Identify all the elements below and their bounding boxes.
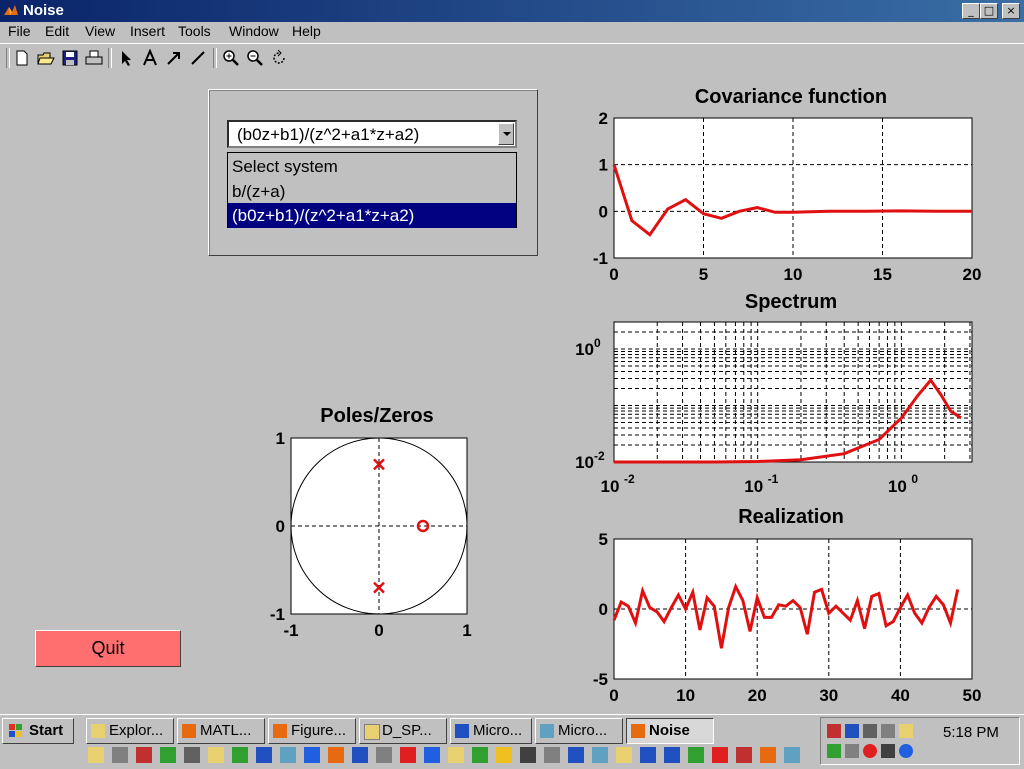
quick-launch-icon[interactable] (400, 747, 416, 763)
quick-launch-icon[interactable] (520, 747, 536, 763)
task-label: MATL... (200, 722, 252, 739)
quick-launch-icon[interactable] (616, 747, 632, 763)
y-tick-label: 1 (276, 429, 285, 448)
clock[interactable]: 5:18 PM (943, 724, 999, 741)
quick-launch-icon[interactable] (640, 747, 656, 763)
quick-launch-icon[interactable] (136, 747, 152, 763)
quick-launch-icon[interactable] (496, 747, 512, 763)
quick-launch-icon[interactable] (664, 747, 680, 763)
taskbar: Start Explor... MATL... Figure... D_SP..… (0, 714, 1024, 769)
pole-zero-title: Poles/Zeros (320, 405, 433, 427)
volume-icon[interactable] (863, 724, 877, 738)
start-label: Start (29, 722, 64, 739)
task-matlab[interactable]: MATL... (177, 718, 265, 744)
tray-icon[interactable] (881, 724, 895, 738)
quick-launch-icon[interactable] (160, 747, 176, 763)
quick-launch-icon[interactable] (184, 747, 200, 763)
tray-icon[interactable] (899, 724, 913, 738)
task-label: Micro... (558, 722, 608, 739)
folder-icon (364, 724, 380, 740)
task-label: D_SP... (382, 722, 432, 739)
windows-logo-icon (9, 724, 22, 737)
y-tick-label: 0 (276, 517, 285, 536)
y-tick-label: -1 (270, 605, 285, 624)
quick-launch-icon[interactable] (328, 747, 344, 763)
quick-launch-icon[interactable] (88, 747, 104, 763)
x-tick-label: 1 (462, 621, 471, 640)
matlab-icon (182, 724, 196, 738)
quick-launch-icon[interactable] (304, 747, 320, 763)
quick-launch-icon[interactable] (784, 747, 800, 763)
explorer-icon (91, 724, 105, 738)
word-icon (455, 724, 469, 738)
quick-launch-icon[interactable] (208, 747, 224, 763)
quick-launch-icon[interactable] (736, 747, 752, 763)
pole-zero-chart: Poles/Zeros -1 0 1 1 0 -1 (270, 405, 472, 640)
quick-launch-icon[interactable] (280, 747, 296, 763)
quick-launch-icon[interactable] (352, 747, 368, 763)
quick-launch-icon[interactable] (448, 747, 464, 763)
task-noise[interactable]: Noise (626, 718, 714, 744)
quick-launch-icon[interactable] (232, 747, 248, 763)
tray-icon[interactable] (845, 724, 859, 738)
tray-icon[interactable] (899, 744, 913, 758)
task-label: Explor... (109, 722, 164, 739)
task-label: Micro... (473, 722, 523, 739)
quick-launch-icon[interactable] (112, 747, 128, 763)
task-explorer[interactable]: Explor... (86, 718, 174, 744)
matlab-figure-icon (631, 724, 645, 738)
start-button[interactable]: Start (2, 718, 74, 744)
tray-icon[interactable] (827, 744, 841, 758)
quick-launch-icon[interactable] (376, 747, 392, 763)
quick-launch-icon[interactable] (472, 747, 488, 763)
system-tray: 5:18 PM (820, 717, 1020, 765)
task-label: Noise (649, 722, 690, 739)
task-word[interactable]: Micro... (450, 718, 532, 744)
tray-icon[interactable] (845, 744, 859, 758)
task-figure[interactable]: Figure... (268, 718, 356, 744)
quick-launch-icon[interactable] (592, 747, 608, 763)
alert-icon[interactable] (863, 744, 877, 758)
x-tick-label: -1 (283, 621, 298, 640)
quick-launch-icon[interactable] (544, 747, 560, 763)
tray-icon[interactable] (881, 744, 895, 758)
window-icon (540, 724, 554, 738)
x-tick-label: 0 (374, 621, 383, 640)
task-folder[interactable]: D_SP... (359, 718, 447, 744)
matlab-figure-icon (273, 724, 287, 738)
quick-launch-icon[interactable] (760, 747, 776, 763)
task-label: Figure... (291, 722, 347, 739)
quick-launch-icon[interactable] (688, 747, 704, 763)
quick-launch-icon[interactable] (256, 747, 272, 763)
quick-launch-icon[interactable] (712, 747, 728, 763)
quick-launch-icon[interactable] (424, 747, 440, 763)
task-window[interactable]: Micro... (535, 718, 623, 744)
tray-icon[interactable] (827, 724, 841, 738)
quick-launch-icon[interactable] (568, 747, 584, 763)
